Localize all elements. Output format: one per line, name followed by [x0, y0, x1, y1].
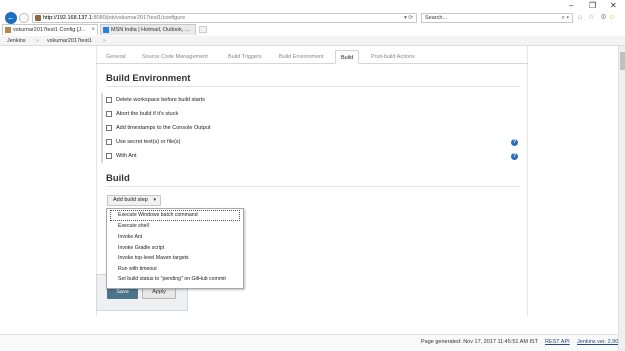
page-generated-text: Page generated: Nov 17, 2017 11:45:51 AM…	[421, 339, 539, 345]
breadcrumb-jenkins[interactable]: Jenkins	[7, 36, 26, 46]
menu-item-windows-batch[interactable]: Execute Windows batch command	[110, 210, 240, 221]
page-footer: Page generated: Nov 17, 2017 11:45:51 AM…	[0, 334, 625, 351]
checkbox[interactable]	[106, 111, 112, 117]
msn-favicon-icon	[103, 27, 109, 33]
menu-item-invoke-ant[interactable]: Invoke Ant	[107, 232, 243, 243]
home-star-gear-icons[interactable]: ⌂ ☆ ⚙	[578, 14, 609, 21]
back-button[interactable]: ←	[5, 12, 17, 24]
tab-build-environment[interactable]: Build Environment	[279, 50, 324, 64]
url-host: http://192.168.137.1	[43, 15, 92, 21]
tab-label: vskumar2017test1 Config [J...	[13, 27, 86, 33]
search-icon[interactable]: ⌕ ▾	[561, 14, 569, 22]
tab-post-build-actions[interactable]: Post-build Actions	[371, 50, 415, 64]
help-icon[interactable]: ?	[511, 139, 518, 146]
scrollbar[interactable]	[618, 46, 625, 351]
feedback-smiley-icon[interactable]: ☺	[609, 14, 618, 21]
breadcrumb: Jenkins » vskumar2017test1 »	[0, 36, 625, 46]
tab-general[interactable]: General	[106, 50, 126, 64]
option-label: Delete workspace before build starts	[116, 97, 205, 103]
url-path: :8080/job/vskumar2017test1/configure	[91, 15, 186, 21]
search-input[interactable]: Search... ⌕ ▾	[421, 13, 573, 23]
breadcrumb-job[interactable]: vskumar2017test1	[47, 36, 92, 46]
option-label: With Ant	[116, 153, 137, 159]
option-label: Add timestamps to the Console Output	[116, 125, 211, 131]
address-bar[interactable]: http://192.168.137.1:8080/job/vskumar201…	[32, 13, 417, 23]
site-favicon-icon	[35, 15, 41, 21]
menu-item-maven[interactable]: Invoke top-level Maven targets	[107, 253, 243, 264]
jenkins-configure-page: General Source Code Management Build Tri…	[0, 46, 625, 351]
add-build-step-label: Add build step	[113, 197, 148, 203]
checkbox[interactable]	[106, 153, 112, 159]
jenkins-favicon-icon	[5, 27, 11, 33]
option-label: Abort the build if it's stuck	[116, 111, 179, 117]
section-indent-bar	[101, 93, 103, 163]
build-title: Build	[106, 173, 130, 184]
build-step-menu: Execute Windows batch command Execute sh…	[106, 208, 244, 289]
build-environment-title: Build Environment	[106, 73, 191, 84]
menu-item-run-with-timeout[interactable]: Run with timeout	[107, 264, 243, 275]
section-divider	[106, 86, 520, 87]
window-controls: – ❐ ✕	[565, 0, 625, 12]
tab-close-icon[interactable]: ×	[91, 25, 95, 35]
toolbar-icons[interactable]: ⌂ ☆ ⚙☺	[578, 13, 618, 21]
tab-source-code-management[interactable]: Source Code Management	[142, 50, 208, 64]
chevron-down-icon: ▾	[153, 197, 156, 203]
search-placeholder: Search...	[425, 15, 448, 21]
browser-tab-row: vskumar2017test1 Config [J... × MSN Indi…	[0, 24, 625, 35]
browser-nav-row: ← → http://192.168.137.1:8080/job/vskuma…	[0, 12, 625, 24]
option-label: Use secret text(s) or file(s)	[116, 139, 181, 145]
breadcrumb-separator: »	[103, 38, 106, 44]
section-divider	[106, 186, 520, 187]
maximize-button[interactable]: ❐	[589, 1, 596, 11]
tab-label: MSN India | Hotmail, Outlook, ...	[111, 27, 190, 33]
add-build-step-button[interactable]: Add build step ▾	[107, 195, 161, 206]
close-window-button[interactable]: ✕	[610, 1, 617, 11]
jenkins-version-link[interactable]: Jenkins ver. 2.90	[577, 337, 618, 348]
menu-item-execute-shell[interactable]: Execute shell	[107, 221, 243, 232]
tab-jenkins-config[interactable]: vskumar2017test1 Config [J... ×	[2, 24, 98, 35]
tab-build-triggers[interactable]: Build Triggers	[228, 50, 262, 64]
minimize-button[interactable]: –	[569, 1, 573, 11]
tab-build[interactable]: Build	[335, 50, 360, 64]
scrollbar-thumb[interactable]	[620, 52, 625, 70]
menu-item-gradle[interactable]: Invoke Gradle script	[107, 243, 243, 254]
forward-button[interactable]: →	[19, 13, 29, 23]
help-icon[interactable]: ?	[511, 153, 518, 160]
rest-api-link[interactable]: REST API	[545, 337, 570, 348]
new-tab-button[interactable]	[199, 26, 207, 33]
config-tab-bar: General Source Code Management Build Tri…	[96, 50, 528, 64]
breadcrumb-separator: »	[36, 38, 39, 44]
tab-msn[interactable]: MSN India | Hotmail, Outlook, ...	[100, 24, 196, 35]
checkbox[interactable]	[106, 125, 112, 131]
menu-item-github-pending[interactable]: Set build status to "pending" on GitHub …	[107, 274, 243, 285]
checkbox[interactable]	[106, 139, 112, 145]
checkbox[interactable]	[106, 97, 112, 103]
refresh-icon[interactable]: ▾ ⟳	[404, 14, 413, 22]
